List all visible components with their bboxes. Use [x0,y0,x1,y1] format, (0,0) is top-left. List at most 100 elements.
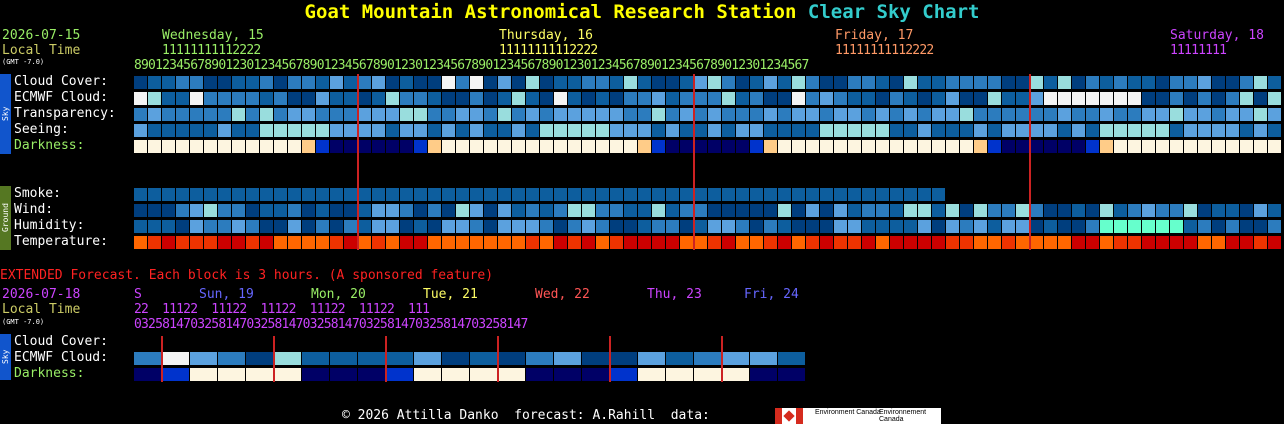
ground-cell [246,204,259,217]
sky-cell [960,124,973,137]
sky-cell [834,124,847,137]
sky-cell [806,108,819,121]
sky-cell [848,92,861,105]
ground-cell [638,236,651,249]
ground-cell [694,220,707,233]
ground-cell [1016,236,1029,249]
sky-cell [1002,92,1015,105]
ground-cell [470,236,483,249]
sky-cell [1114,108,1127,121]
ground-cell [666,236,679,249]
sky-cell [708,92,721,105]
sky-cell [344,108,357,121]
ground-cell [652,188,665,201]
ground-cell [400,220,413,233]
darkness-cell [848,140,861,153]
sky-cell [1002,108,1015,121]
ground-cell [1114,204,1127,217]
ground-cell [848,204,861,217]
sky-cell [988,92,1001,105]
ground-cell [708,188,721,201]
darkness-cell [176,140,189,153]
ground-cell [932,220,945,233]
sky-cell [484,124,497,137]
sky-cell [330,92,343,105]
ext-day-divider [161,336,163,382]
darkness-cell [1170,140,1183,153]
sky-cell [414,124,427,137]
darkness-cell [484,140,497,153]
sky-cell [302,92,315,105]
ground-cell [834,204,847,217]
ground-cell [848,220,861,233]
sky-cell [1072,108,1085,121]
sky-cell [1254,108,1267,121]
darkness-cell [442,140,455,153]
sky-cell [442,108,455,121]
ground-cell [652,204,665,217]
sky-cell [470,76,483,89]
darkness-cell [736,140,749,153]
sky-cell [288,108,301,121]
ext-day-divider [609,336,611,382]
sky-cell [484,92,497,105]
sky-cell [554,124,567,137]
environment-canada-logo[interactable]: Environment Canada Environnement Canada [803,408,941,424]
sky-cell [764,108,777,121]
darkness-cell [1198,140,1211,153]
ground-cell [302,188,315,201]
sky-cell [316,124,329,137]
ground-cell [302,220,315,233]
sky-cell [498,76,511,89]
ground-cell [540,236,553,249]
sky-cell [540,108,553,121]
sky-cell [484,76,497,89]
ground-cell [1016,204,1029,217]
darkness-cell [1268,140,1281,153]
darkness-cell [610,140,623,153]
sky-cell [736,92,749,105]
sky-cell [778,92,791,105]
sky-cell [736,76,749,89]
sky-cell [1226,76,1239,89]
ext-ecmwf-cell [134,352,161,365]
ground-cell [246,236,259,249]
sky-cell [288,76,301,89]
ground-cell [400,236,413,249]
ground-cell [386,236,399,249]
sky-cell [988,76,1001,89]
ground-cell [316,220,329,233]
darkness-cell [372,140,385,153]
sky-cell [162,124,175,137]
ground-cell [428,220,441,233]
sky-cell [442,76,455,89]
sky-cell [652,76,665,89]
sky-cell [610,108,623,121]
ext-ecmwf-cell [750,352,777,365]
ground-cell [540,204,553,217]
sky-cell [666,108,679,121]
sky-cell [680,76,693,89]
sky-cell [666,92,679,105]
darkness-cell [344,140,357,153]
sky-cell [218,76,231,89]
ground-cell [736,236,749,249]
sky-cell [1254,124,1267,137]
sky-cell [358,76,371,89]
sky-cell [624,108,637,121]
sky-cell [498,124,511,137]
ground-cell [484,204,497,217]
sky-cell [162,76,175,89]
sky-cell [610,124,623,137]
ground-cell [1100,204,1113,217]
logo-text-fr: Environnement Canada [879,409,927,423]
sky-cell [946,76,959,89]
ground-cell [400,188,413,201]
ground-cell [1002,236,1015,249]
sky-cell [694,92,707,105]
sky-cell [512,92,525,105]
sky-cell [134,76,147,89]
darkness-cell [820,140,833,153]
ground-cell [288,188,301,201]
darkness-cell [302,140,315,153]
